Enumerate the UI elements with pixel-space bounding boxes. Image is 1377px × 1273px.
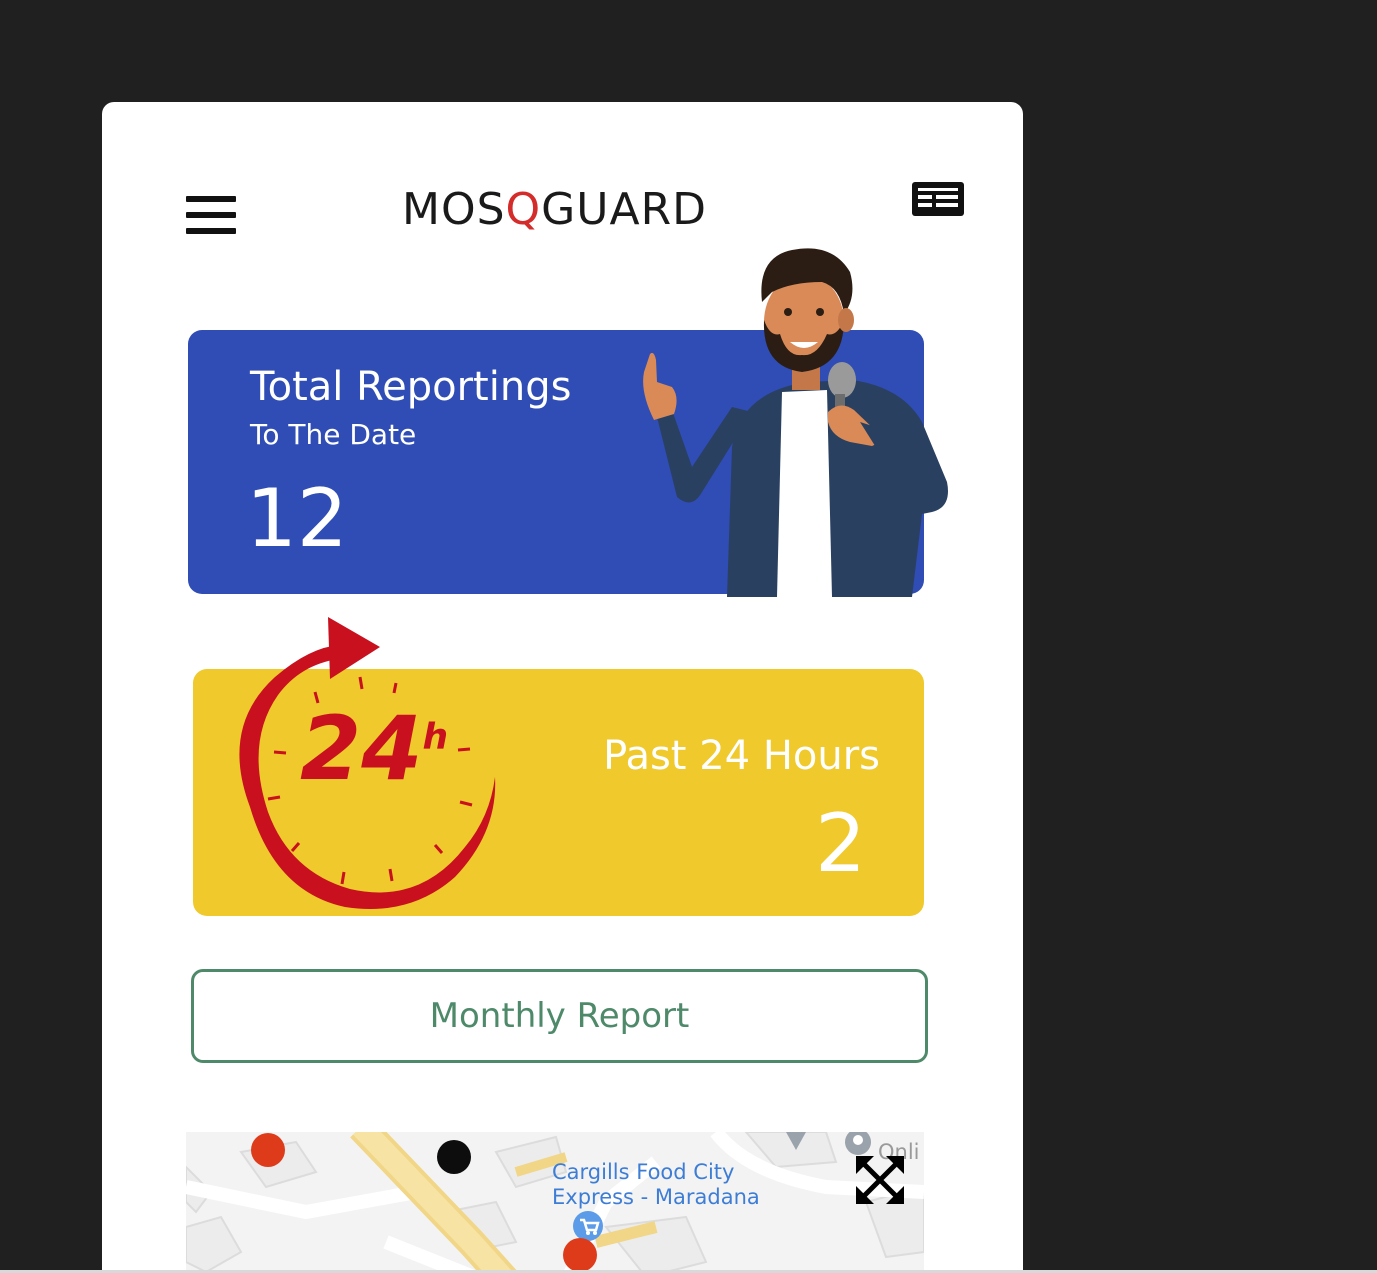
presenter-illustration bbox=[643, 248, 948, 597]
reports-map[interactable]: Cargills Food City Express - Maradana On… bbox=[186, 1132, 924, 1273]
map-marker-red bbox=[251, 1133, 285, 1167]
logo-text-part1: MOS bbox=[402, 184, 506, 235]
total-reportings-value: 12 bbox=[246, 472, 348, 565]
map-place-label-line1: Cargills Food City bbox=[552, 1160, 735, 1184]
map-marker-red bbox=[563, 1238, 597, 1272]
news-icon[interactable] bbox=[910, 180, 966, 218]
total-reportings-title: Total Reportings bbox=[250, 364, 572, 410]
24h-number: 24 bbox=[300, 697, 423, 800]
logo-text-part2: GUARD bbox=[541, 184, 708, 235]
logo-text-q: Q bbox=[505, 184, 542, 235]
fullscreen-expand-icon[interactable] bbox=[854, 1154, 906, 1206]
24h-suffix: h bbox=[422, 716, 449, 758]
app-screen: MOSQGUARD Total Reportings To The Date 1… bbox=[102, 102, 1023, 1273]
map-place-label[interactable]: Cargills Food City Express - Maradana bbox=[552, 1160, 760, 1210]
past-24-hours-title: Past 24 Hours bbox=[603, 733, 880, 779]
app-logo: MOSQGUARD bbox=[402, 184, 707, 244]
map-marker-black bbox=[437, 1140, 471, 1174]
past-24-hours-value: 2 bbox=[815, 797, 866, 890]
monthly-report-button[interactable]: Monthly Report bbox=[191, 969, 928, 1063]
24h-clock-label: 24h bbox=[300, 705, 448, 793]
total-reportings-subtitle: To The Date bbox=[250, 418, 417, 451]
hamburger-menu-icon[interactable] bbox=[186, 196, 236, 240]
map-place-label-line2: Express - Maradana bbox=[552, 1185, 760, 1209]
